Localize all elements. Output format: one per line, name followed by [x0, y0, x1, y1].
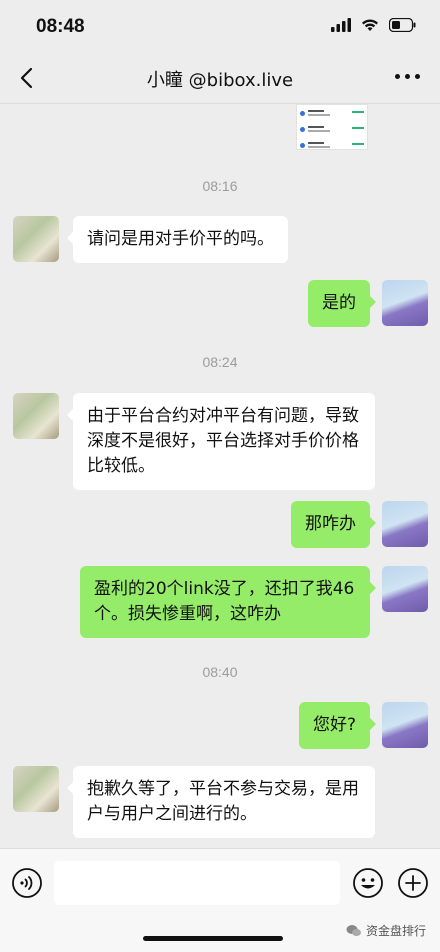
- wifi-icon: [362, 19, 378, 31]
- watermark-text: 资金盘排行: [365, 924, 426, 938]
- contact-avatar[interactable]: [13, 393, 59, 439]
- timestamp: 08:40: [202, 664, 238, 680]
- status-time: 08:48: [36, 16, 85, 37]
- message-input[interactable]: [54, 861, 340, 905]
- signal-icon: [331, 18, 351, 32]
- battery-icon: [389, 18, 416, 32]
- message-bubble-outgoing[interactable]: 您好?: [298, 702, 377, 749]
- message-bubble-outgoing[interactable]: 盈利的20个link没了，还扣了我46个。损失惨重啊，这咋办: [80, 566, 376, 638]
- user-avatar[interactable]: [382, 702, 428, 748]
- user-avatar[interactable]: [382, 280, 428, 326]
- message-bubble-incoming[interactable]: 请问是用对手价平的吗。: [67, 216, 288, 263]
- nav-bar: 小瞳 @bibox.live: [0, 54, 440, 104]
- user-avatar[interactable]: [382, 501, 428, 547]
- chat-title: 小瞳 @bibox.live: [146, 70, 294, 91]
- add-icon[interactable]: [397, 867, 429, 899]
- voice-icon[interactable]: [11, 867, 43, 899]
- contact-avatar[interactable]: [13, 766, 59, 812]
- timestamp: 08:16: [202, 178, 238, 194]
- home-indicator: [143, 936, 283, 941]
- timestamp: 08:24: [202, 354, 238, 370]
- emoji-icon[interactable]: [352, 867, 384, 899]
- message-bubble-outgoing[interactable]: 是的: [308, 280, 376, 327]
- message-bubble-outgoing[interactable]: 那咋办: [291, 501, 376, 548]
- message-bubble-incoming[interactable]: 抱歉久等了，平台不参与交易，是用户与用户之间进行的。: [67, 766, 375, 838]
- message-bubble-incoming[interactable]: 由于平台合约对冲平台有问题，导致深度不是很好，平台选择对手价价格比较低。: [67, 393, 375, 490]
- status-bar: 08:48: [0, 0, 440, 54]
- contact-avatar[interactable]: [13, 216, 59, 262]
- chat-area[interactable]: 08:16 请问是用对手价平的吗。 是的 08:24 由于平台合约对冲平台有问题…: [0, 104, 440, 848]
- watermark: 资金盘排行: [346, 922, 426, 939]
- status-icons: [331, 18, 416, 32]
- user-avatar[interactable]: [382, 566, 428, 612]
- image-message-thumbnail[interactable]: [296, 104, 368, 150]
- more-dots-icon[interactable]: [395, 74, 420, 79]
- wechat-logo-icon: [346, 925, 361, 937]
